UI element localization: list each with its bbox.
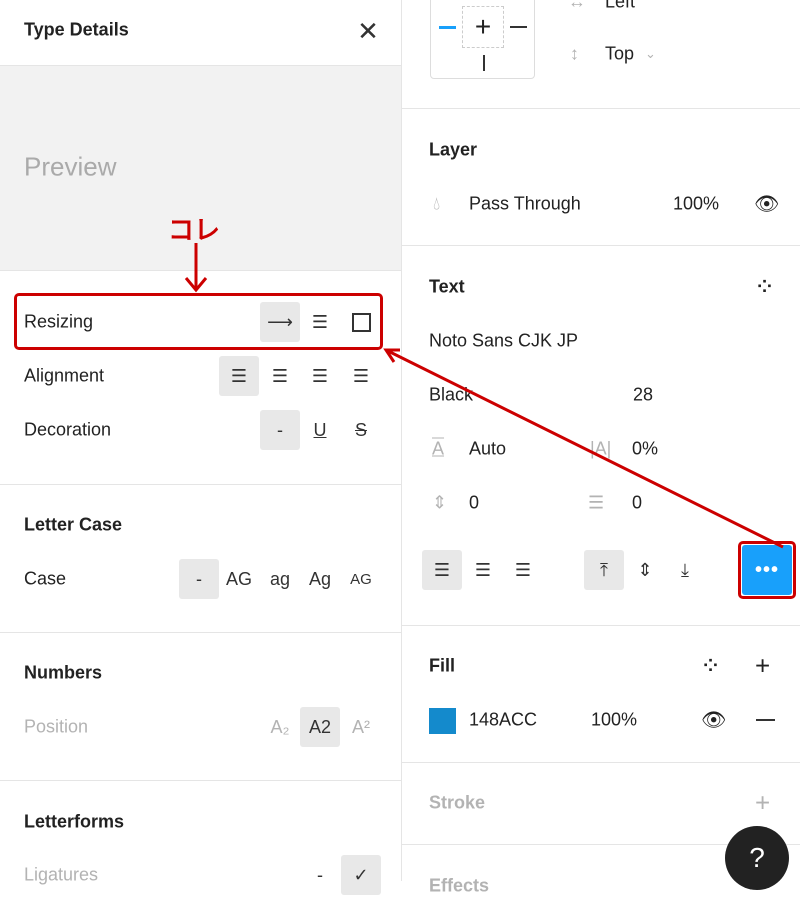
annotation-arrows xyxy=(184,243,784,549)
pointer-arrow-icon xyxy=(383,348,784,549)
down-arrow-icon xyxy=(184,243,208,293)
